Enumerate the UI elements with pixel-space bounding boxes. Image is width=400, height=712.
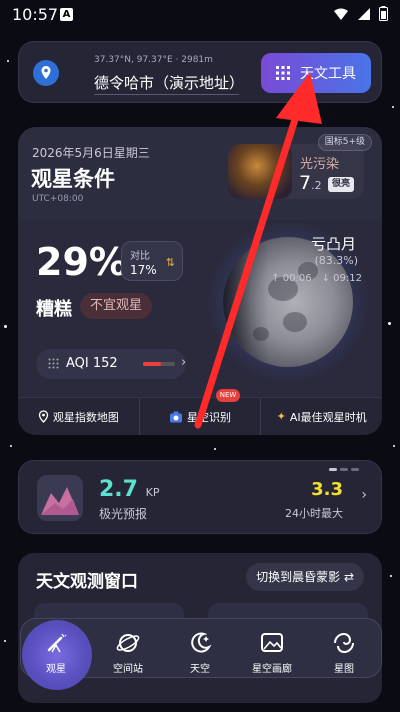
switch-twilight-button[interactable]: 切换到晨昏蒙影 ⇄ <box>246 563 364 591</box>
aurora-max-value: 3.3 <box>311 479 343 500</box>
moon-sky-icon <box>191 632 212 653</box>
light-pollution-value: 7.2 <box>299 172 322 194</box>
compare-value: 17% <box>130 263 157 277</box>
aurora-chart-icon <box>37 475 83 521</box>
sparkle-icon: ✦ <box>276 410 286 423</box>
quality-label: 糟糕 <box>36 299 72 320</box>
moonrise: ↑ 00:06 <box>271 273 312 284</box>
observation-actions: 观星指数地图 NEW 星空识别 ✦ AI最佳观星时机 <box>18 389 382 435</box>
telescope-icon <box>47 633 67 653</box>
star-recognition-button[interactable]: NEW 星空识别 <box>138 389 261 435</box>
nav-item-sky[interactable]: 天空 <box>170 630 230 680</box>
compare-label: 对比 <box>130 251 150 262</box>
swap-arrows-icon: ⇄ <box>343 570 354 584</box>
aqi-bar-fill <box>143 362 161 366</box>
status-bar: 10:57 A <box>0 0 400 30</box>
chevron-right-icon: › <box>181 355 187 370</box>
arrow-up-icon: ↑ <box>271 273 280 284</box>
galaxy-icon <box>334 632 354 654</box>
aqi-value: AQI 152 <box>66 356 118 371</box>
observation-title: 观星条件 <box>31 167 115 191</box>
system-icons <box>333 6 388 21</box>
arrow-down-icon: ↓ <box>321 273 330 284</box>
nav-item-space-station[interactable]: 空间站 <box>98 630 158 680</box>
nav-label-space-station: 空间站 <box>113 664 143 675</box>
nav-label-gallery: 星空画廊 <box>252 664 292 675</box>
aurora-label: 极光预报 <box>99 507 148 521</box>
observation-window-title: 天文观测窗口 <box>36 572 138 592</box>
astronomy-tools-button[interactable]: 天文工具 <box>261 53 371 93</box>
aurora-max-label: 24小时最大 <box>285 507 343 520</box>
stargazing-map-label: 观星指数地图 <box>52 410 119 424</box>
space-station-icon <box>116 634 140 652</box>
aurora-card[interactable]: 2.7 KP 极光预报 3.3 24小时最大 › <box>18 460 382 534</box>
star-recognition-label: 星空识别 <box>187 410 231 424</box>
nav-label-stargazing: 观星 <box>46 664 66 675</box>
location-card[interactable]: 37.37°N, 97.37°E · 2981m 德令哈市（演示地址） 天文工具 <box>18 41 382 103</box>
light-pollution-tag: 很亮 <box>328 177 355 192</box>
stargazing-map-button[interactable]: 观星指数地图 <box>18 398 139 435</box>
gallery-icon <box>261 633 283 652</box>
moon-phase: 亏凸月 <box>310 235 356 253</box>
location-pin-icon <box>33 60 59 86</box>
stargazing-score: 29% <box>36 240 127 284</box>
location-underline <box>94 94 239 95</box>
moonset: ↓ 09:12 <box>321 273 362 284</box>
aurora-kp: 2.7 KP <box>99 477 160 502</box>
carousel-dots <box>329 468 359 471</box>
new-badge: NEW <box>215 389 241 402</box>
battery-icon <box>379 6 388 21</box>
nav-item-stargazing[interactable]: 观星 <box>26 630 86 680</box>
aqi-pill[interactable]: AQI 152 › <box>36 349 186 379</box>
nav-item-gallery[interactable]: 星空画廊 <box>242 630 302 680</box>
aqi-dots-icon <box>48 358 59 369</box>
nav-label-star-map: 星图 <box>334 664 354 675</box>
observation-date: 2026年5月6日星期三 <box>32 146 150 160</box>
chevron-right-icon: › <box>361 487 367 503</box>
nav-item-star-map[interactable]: 星图 <box>314 630 374 680</box>
advice-badge: 不宜观星 <box>80 293 153 319</box>
ai-best-time-label: AI最佳观星时机 <box>289 410 367 424</box>
light-pollution-label: 光污染 <box>300 157 340 172</box>
astronomy-tools-label: 天文工具 <box>300 66 356 82</box>
location-coordinates: 37.37°N, 97.37°E · 2981m <box>94 55 213 65</box>
grid-icon <box>276 66 290 80</box>
camera-icon <box>170 411 182 422</box>
notification-a-icon: A <box>60 8 73 21</box>
location-name: 德令哈市（演示地址） <box>94 74 245 92</box>
moon-illumination: (83.3%) <box>314 254 358 267</box>
signal-icon <box>358 7 370 20</box>
observation-timezone: UTC+08:00 <box>32 194 84 204</box>
wifi-icon <box>334 8 348 20</box>
nav-label-sky: 天空 <box>190 664 210 675</box>
status-time: 10:57 <box>12 5 59 24</box>
moon-times: ↑ 00:06 ↓ 09:12 <box>271 273 362 284</box>
light-pollution-thumbnail <box>228 144 292 199</box>
observation-card[interactable]: 2026年5月6日星期三 观星条件 UTC+08:00 国标5+级 光污染 7.… <box>18 127 382 435</box>
ai-best-time-button[interactable]: ✦ AI最佳观星时机 <box>260 398 382 435</box>
compare-box[interactable]: 对比 17% ⇅ <box>121 241 183 281</box>
map-pin-icon <box>38 410 48 423</box>
switch-twilight-label: 切换到晨昏蒙影 <box>256 570 341 584</box>
swap-arrows-icon: ⇅ <box>165 256 175 269</box>
